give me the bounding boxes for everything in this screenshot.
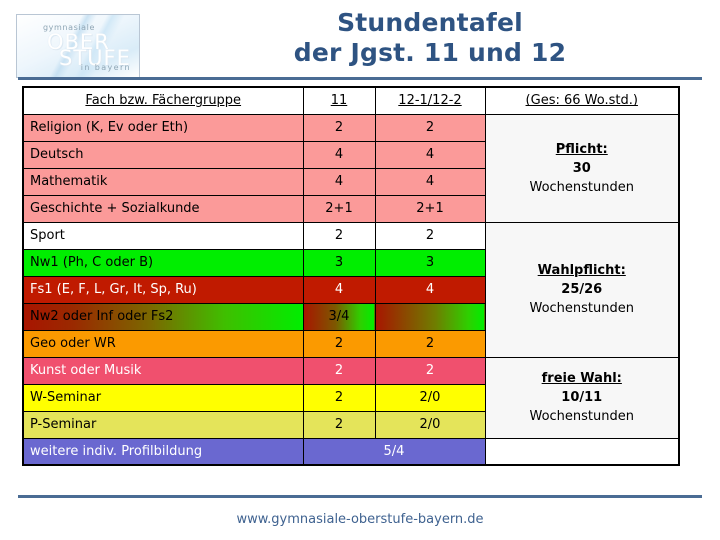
cell-hours-year-12: 4 [374, 140, 486, 169]
summary-value: 10/11 [561, 390, 603, 405]
cell-hours-year-11: 3/4 [302, 302, 376, 331]
cell-subject: Geschichte + Sozialkunde [22, 194, 304, 223]
page-title: Stundentafel der Jgst. 11 und 12 [160, 8, 700, 68]
footer-url: www.gymnasiale-oberstufe-bayern.de [236, 512, 484, 527]
cell-hours-year-11: 3 [302, 248, 376, 277]
table-row: Religion (K, Ev oder Eth) 2 2 Pflicht: 30 Woc… [22, 113, 680, 223]
cell-subject: Geo oder WR [22, 329, 304, 358]
summary-cell: Wahlpflicht: 25/26 Wochenstunden [484, 221, 680, 358]
logo: gymnasiale OBER STUFE in bayern [16, 14, 140, 78]
summary-unit: Wochenstunden [529, 409, 634, 424]
page-title-line-1: Stundentafel [337, 8, 523, 37]
cell-hours-year-12: 4 [374, 275, 486, 304]
header-total: (Ges: 66 Wo.std.) [484, 86, 680, 115]
cell-hours-year-12: 2 [374, 221, 486, 250]
summary-title: Wahlpflicht: [537, 263, 626, 278]
cell-hours-year-12: 3 [374, 248, 486, 277]
summary-unit: Wochenstunden [529, 301, 634, 316]
cell-hours-year-12: 2 [374, 356, 486, 385]
cell-subject: Kunst oder Musik [22, 356, 304, 385]
cell-subject: weitere indiv. Profilbildung [22, 437, 304, 466]
summary-value: 30 [572, 160, 591, 176]
cell-hours-year-12: 2/0 [374, 410, 486, 439]
cell-hours-year-11: 2 [302, 329, 376, 358]
cell-subject: W-Seminar [22, 383, 304, 412]
cell-hours-year-11: 4 [302, 275, 376, 304]
cell-hours-year-11: 2 [302, 356, 376, 385]
cell-hours-year-12: 2 [374, 113, 486, 142]
cell-subject: P-Seminar [22, 410, 304, 439]
cell-hours-year-11: 2+1 [302, 194, 376, 223]
cell-subject: Nw2 oder Inf oder Fs2 [22, 302, 304, 331]
header-year-12: 12-1/12-2 [374, 86, 486, 115]
table-row: Sport 2 2 Wahlpflicht: 25/26 Wochenstunden [22, 221, 680, 358]
cell-hours-year-11: 4 [302, 140, 376, 169]
table-row: Kunst oder Musik 2 2 freie Wahl: 10/11 Wochen… [22, 356, 680, 439]
table-body: Religion (K, Ev oder Eth) 2 2 Pflicht: 30 Woc… [22, 113, 680, 466]
slide-root: gymnasiale OBER STUFE in bayern Stundent… [0, 0, 720, 540]
divider-top [18, 77, 702, 80]
cell-subject: Deutsch [22, 140, 304, 169]
divider-bottom [18, 495, 702, 498]
logo-text-block: gymnasiale OBER STUFE in bayern [17, 15, 139, 77]
cell-subject: Religion (K, Ev oder Eth) [22, 113, 304, 142]
summary-title: Pflicht: [555, 141, 608, 157]
table-header-row: Fach bzw. Fächergruppe 11 12-1/12-2 (Ges… [22, 86, 680, 115]
table-header: Fach bzw. Fächergruppe 11 12-1/12-2 (Ges… [22, 86, 680, 115]
summary-value: 25/26 [561, 282, 603, 297]
table-row: weitere indiv. Profilbildung 5/4 [22, 437, 679, 466]
logo-line-in-bayern: in bayern [80, 63, 131, 72]
cell-hours-year-12: 4 [374, 167, 486, 196]
cell-subject: Fs1 (E, F, L, Gr, It, Sp, Ru) [22, 275, 304, 304]
cell-subject: Mathematik [22, 167, 304, 196]
page-title-line-2: der Jgst. 11 und 12 [293, 38, 567, 67]
cell-hours-year-12: 2/0 [374, 383, 486, 412]
summary-cell: freie Wahl: 10/11 Wochenstunden [484, 356, 680, 439]
cell-hours-year-11: 2 [302, 221, 376, 250]
cell-hours-year-11: 2 [302, 383, 376, 412]
cell-hours-year-12: 2 [374, 329, 486, 358]
cell-hours-year-11: 2 [302, 410, 376, 439]
summary-title: freie Wahl: [541, 371, 622, 386]
cell-hours-merged: 5/4 [302, 437, 486, 466]
header-subject: Fach bzw. Fächergruppe [22, 86, 304, 115]
summary-unit: Wochenstunden [529, 179, 634, 195]
cell-hours-year-11: 2 [302, 113, 376, 142]
cell-hours-year-11: 4 [302, 167, 376, 196]
cell-hours-year-12: 2+1 [374, 194, 486, 223]
cell-subject: Sport [22, 221, 304, 250]
header-year-11: 11 [302, 86, 376, 115]
cell-subject: Nw1 (Ph, C oder B) [22, 248, 304, 277]
stundentafel-table: Fach bzw. Fächergruppe 11 12-1/12-2 (Ges… [22, 86, 680, 466]
cell-hours-year-12 [374, 302, 486, 331]
summary-cell: Pflicht: 30 Wochenstunden [484, 113, 680, 223]
